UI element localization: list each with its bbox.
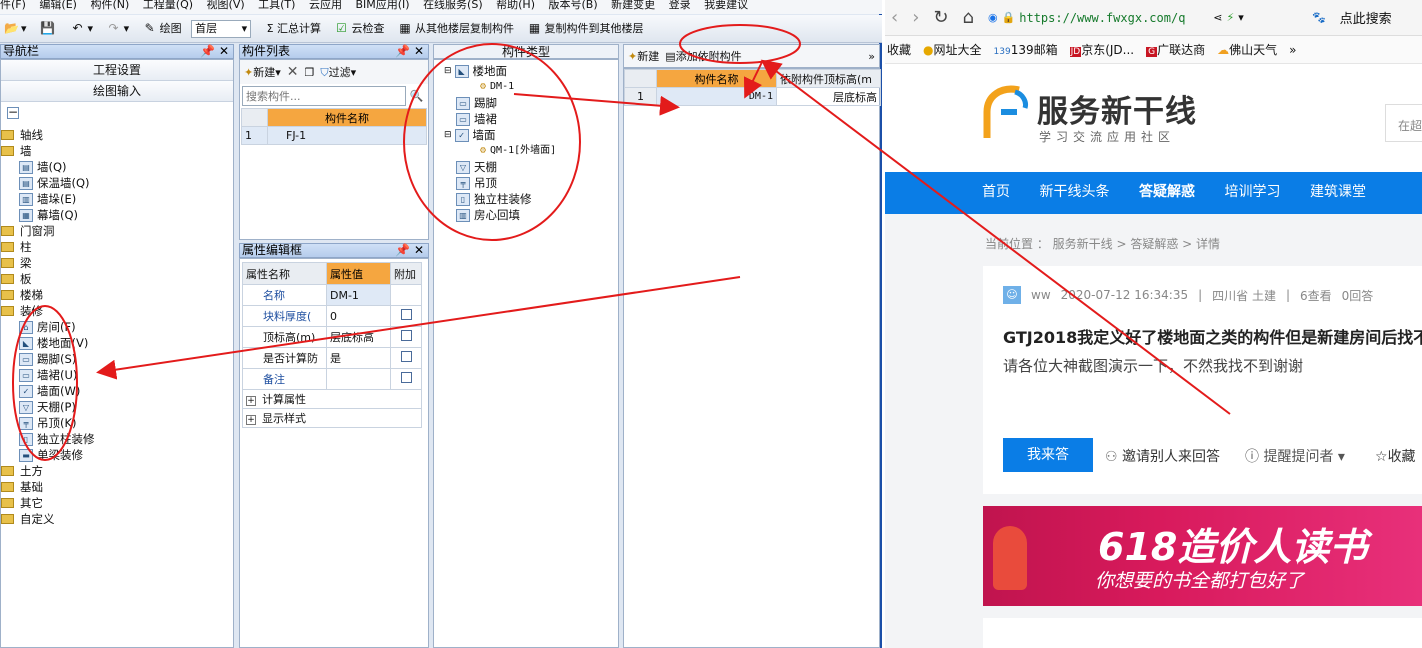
annotation-arrow-to-row [743, 61, 763, 99]
annotation-arrow-to-table [513, 93, 680, 116]
annotation-circle-type [403, 43, 581, 241]
annotation-arrow-to-nav [96, 276, 741, 380]
annotation-overlay [12, 24, 1231, 461]
annotation-arrow-from-question [760, 59, 1231, 415]
annotation-circle-add [679, 24, 801, 64]
annotation-circle-nav [12, 305, 78, 461]
